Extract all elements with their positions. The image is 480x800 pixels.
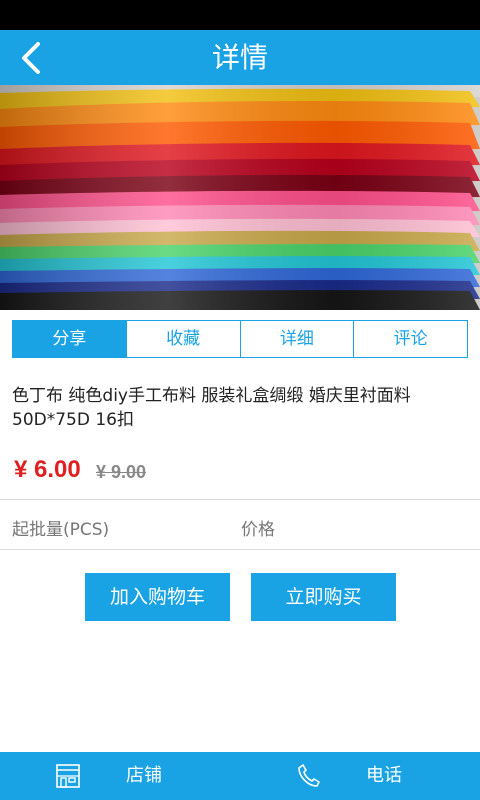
tab-share[interactable]: 分享 <box>13 321 126 357</box>
store-button[interactable]: 店铺 <box>0 752 240 800</box>
spec-price-label: 价格 <box>241 520 275 540</box>
page-title: 详情 <box>211 41 268 74</box>
back-button[interactable] <box>16 40 46 76</box>
divider <box>0 549 480 550</box>
chevron-left-icon <box>22 42 40 74</box>
tab-favorite[interactable]: 收藏 <box>125 321 240 357</box>
fabric-stack-image <box>0 85 480 310</box>
tab-reviews[interactable]: 评论 <box>353 321 467 357</box>
header: 详情 <box>0 30 480 85</box>
spec-qty-label: 起批量(PCS) <box>12 520 110 540</box>
product-image[interactable] <box>0 85 480 310</box>
buy-now-button[interactable]: 立即购买 <box>251 573 396 621</box>
tab-bar: 分享 收藏 详细 评论 <box>12 320 468 358</box>
bottom-bar: 店铺 电话 <box>0 752 480 800</box>
phone-button[interactable]: 电话 <box>240 752 480 800</box>
phone-label: 电话 <box>366 765 402 786</box>
store-label: 店铺 <box>126 765 162 786</box>
divider <box>0 499 480 500</box>
current-price: ¥ 6.00 <box>14 456 81 483</box>
tab-details[interactable]: 详细 <box>239 321 354 357</box>
add-to-cart-button[interactable]: 加入购物车 <box>85 573 230 621</box>
original-price: ¥ 9.00 <box>96 462 147 482</box>
status-bar <box>0 0 480 30</box>
product-title: 色丁布 纯色diy手工布料 服装礼盒绸缎 婚庆里衬面料50D*75D 16扣 <box>12 386 411 430</box>
phone-icon <box>298 764 320 787</box>
store-icon <box>56 764 80 788</box>
